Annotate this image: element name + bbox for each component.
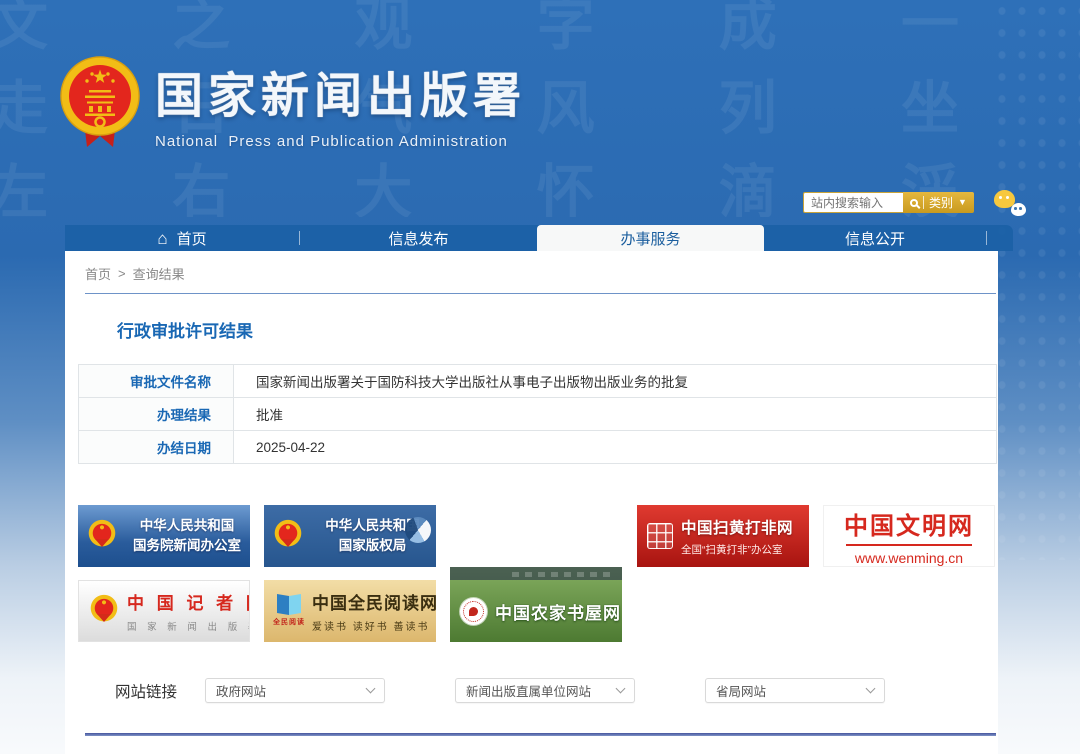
dropdown-provincial-bureau-sites[interactable]: 省局网站 (705, 678, 885, 703)
wechat-icon[interactable] (994, 190, 1026, 216)
table-row: 办结日期 2025-04-22 (79, 431, 997, 464)
table-row: 办理结果 批准 (79, 398, 997, 431)
nav-item-info-release-label: 信息发布 (388, 228, 448, 249)
banner-subtitle: 国 家 新 闻 出 版 署 (127, 619, 250, 633)
nav-item-info-disclosure[interactable]: 信息公开 (764, 225, 986, 251)
row-label: 办理结果 (79, 398, 234, 431)
dropdown-value: 政府网站 (216, 681, 266, 700)
banner-link-rural-library-net[interactable]: 中国农家书屋网 (450, 580, 622, 642)
banner-badge: 全民阅读 (273, 617, 305, 627)
copyright-swirl-icon (405, 517, 431, 543)
banner-line2: 国务院新闻办公室 (124, 536, 250, 556)
nav-item-home[interactable]: ⌂ 首页 (65, 225, 299, 251)
category-dropdown-label[interactable]: 类别 (929, 194, 953, 211)
dropdown-press-publication-units[interactable]: 新闻出版直属单位网站 (455, 678, 635, 703)
caret-down-icon: ▼ (958, 198, 967, 207)
website-links-label: 网站链接 (115, 680, 177, 702)
site-title-block: 国家新闻出版署 National Press and Publication A… (155, 56, 526, 150)
national-emblem-icon (59, 52, 141, 148)
banner-line1: 中华人民共和国 (124, 516, 250, 536)
search-icon (910, 199, 918, 207)
national-emblem-small-icon (87, 518, 117, 554)
site-subtitle: National Press and Publication Administr… (155, 133, 526, 150)
banner-link-anti-pornography-office[interactable]: 中国扫黄打非网 全国“扫黄打非”办公室 (637, 505, 809, 567)
banner-title: 中国农家书屋网 (495, 599, 621, 624)
row-value: 2025-04-22 (234, 431, 997, 464)
national-emblem-small-icon (89, 593, 119, 629)
dropdown-government-sites[interactable]: 政府网站 (205, 678, 385, 703)
row-label: 审批文件名称 (79, 365, 234, 398)
footer-divider (85, 733, 996, 736)
chevron-down-icon (616, 684, 626, 694)
dropdown-value: 省局网站 (716, 681, 766, 700)
approval-result-table: 审批文件名称 国家新闻出版署关于国防科技大学出版社从事电子出版物出版业务的批复 … (78, 364, 997, 464)
banner-link-scio[interactable]: 中华人民共和国 国务院新闻办公室 (78, 505, 250, 567)
national-emblem-small-icon (273, 518, 303, 554)
breadcrumb-home-link[interactable]: 首页 (85, 264, 111, 283)
nav-item-home-label: 首页 (177, 228, 207, 249)
banner-title: 中国文明网 (844, 506, 974, 541)
nav-item-services-label: 办事服务 (620, 228, 680, 249)
search-divider (923, 196, 924, 209)
row-label: 办结日期 (79, 431, 234, 464)
nav-item-info-disclosure-label: 信息公开 (845, 228, 905, 249)
chevron-down-icon (866, 684, 876, 694)
breadcrumb-divider (85, 293, 996, 294)
dropdown-value: 新闻出版直属单位网站 (466, 681, 591, 700)
main-nav: ⌂ 首页 信息发布 办事服务 信息公开 (65, 225, 1013, 251)
banner-link-copyright-administration[interactable]: 中华人民共和国 国家版权局 (264, 505, 436, 567)
breadcrumb-separator: > (118, 266, 126, 281)
home-icon: ⌂ (157, 230, 167, 247)
nav-item-info-release[interactable]: 信息发布 (300, 225, 537, 251)
search-input[interactable] (803, 192, 903, 213)
site-title: 国家新闻出版署 (155, 56, 526, 126)
banner-link-journalist-net[interactable]: 中 国 记 者 网 国 家 新 闻 出 版 署 (78, 580, 250, 642)
banner-title: 中国扫黄打非网 (681, 516, 793, 538)
seal-icon (647, 523, 673, 549)
page: 文 之 观 字 成 一 走 日 气 风 列 坐 左 右 大 怀 滴 渓 国家新闻… (0, 0, 1080, 754)
row-value: 批准 (234, 398, 997, 431)
rural-library-logo-icon (460, 598, 487, 625)
search-button[interactable]: 类别 ▼ (903, 192, 974, 213)
banner-underline (846, 544, 972, 546)
section-title: 行政审批许可结果 (117, 317, 253, 342)
national-emblem-logo (59, 52, 141, 153)
banner-title: 中国全民阅读网 (312, 589, 436, 614)
breadcrumb: 首页 > 查询结果 (85, 264, 185, 283)
chat-bubble-small (1011, 203, 1026, 216)
site-search: 类别 ▼ (803, 192, 1026, 213)
nav-separator (986, 231, 987, 245)
banner-subtitle: 全国“扫黄打非”办公室 (681, 542, 793, 557)
banner-subtitle: www.wenming.cn (855, 550, 963, 566)
nav-item-services-active-tab[interactable]: 办事服务 (537, 225, 764, 251)
banner-title: 中 国 记 者 网 (127, 589, 250, 614)
banner-link-national-reading-net[interactable]: 全民阅读 中国全民阅读网 爱读书 读好书 善读书 (264, 580, 436, 642)
open-book-icon (277, 595, 301, 614)
banner-subtitle: 爱读书 读好书 善读书 (312, 618, 436, 633)
content-panel: 首页 > 查询结果 行政审批许可结果 审批文件名称 国家新闻出版署关于国防科技大… (65, 251, 998, 754)
breadcrumb-current: 查询结果 (133, 264, 185, 283)
table-row: 审批文件名称 国家新闻出版署关于国防科技大学出版社从事电子出版物出版业务的批复 (79, 365, 997, 398)
chevron-down-icon (366, 684, 376, 694)
row-value: 国家新闻出版署关于国防科技大学出版社从事电子出版物出版业务的批复 (234, 365, 997, 398)
dot-pattern-decoration (992, 0, 1080, 560)
banner-link-wenming[interactable]: 中国文明网 www.wenming.cn (823, 505, 995, 567)
